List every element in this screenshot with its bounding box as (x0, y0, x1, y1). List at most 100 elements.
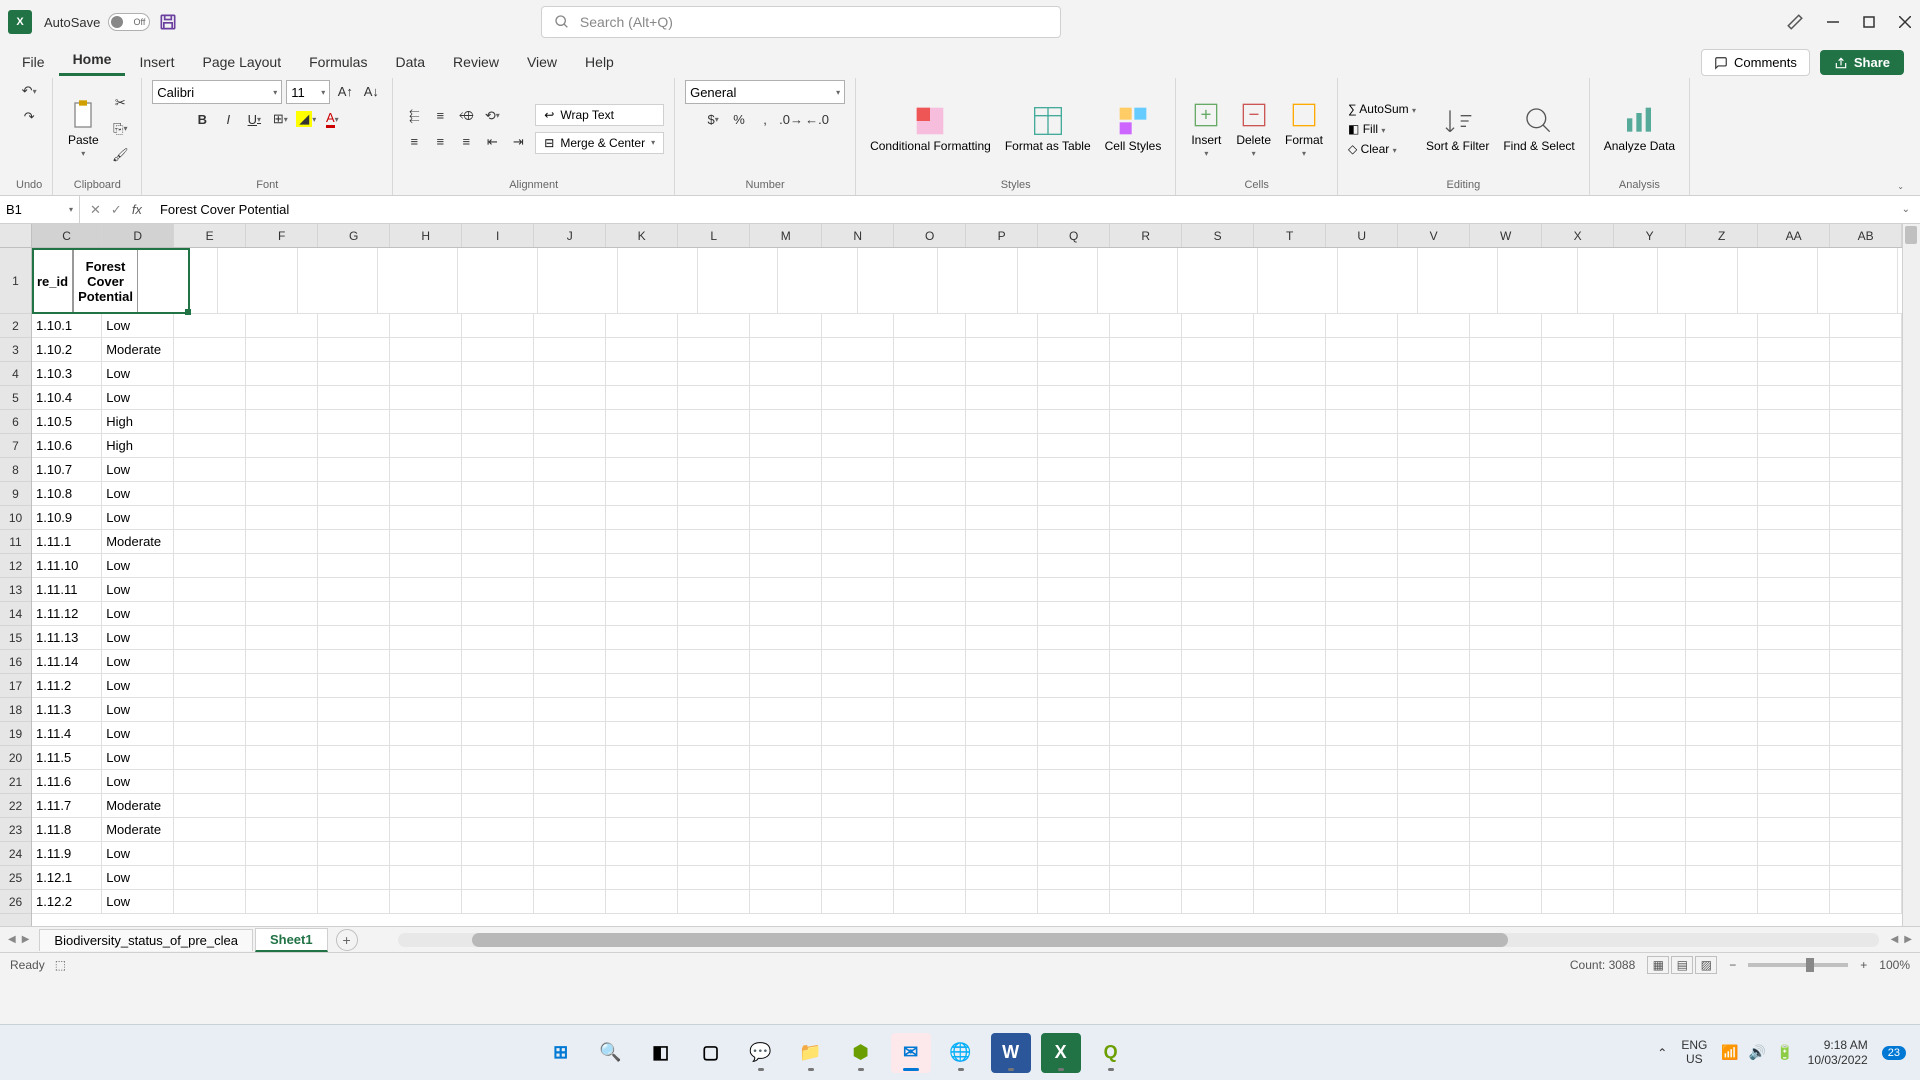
format-cells-button[interactable]: Format▾ (1281, 97, 1327, 160)
cell[interactable] (1326, 458, 1398, 482)
cell[interactable] (534, 434, 606, 458)
cell[interactable] (966, 674, 1038, 698)
cell[interactable] (1542, 794, 1614, 818)
cell[interactable] (1326, 314, 1398, 338)
cell[interactable] (894, 794, 966, 818)
cell[interactable] (1326, 674, 1398, 698)
cell[interactable] (858, 248, 938, 314)
cell[interactable] (1542, 650, 1614, 674)
cell[interactable] (318, 482, 390, 506)
cell[interactable] (1758, 890, 1830, 914)
cell[interactable] (538, 248, 618, 314)
cell[interactable] (534, 818, 606, 842)
cell[interactable] (822, 410, 894, 434)
cell[interactable] (318, 386, 390, 410)
cell[interactable] (462, 650, 534, 674)
cell[interactable] (1470, 338, 1542, 362)
cell[interactable] (966, 578, 1038, 602)
cell[interactable] (246, 602, 318, 626)
comma-button[interactable]: , (754, 108, 776, 130)
cell[interactable] (1110, 578, 1182, 602)
cell[interactable] (1830, 434, 1902, 458)
cell[interactable] (174, 506, 246, 530)
cell[interactable] (246, 530, 318, 554)
cell[interactable] (1398, 842, 1470, 866)
cell[interactable] (462, 794, 534, 818)
cell[interactable] (1758, 410, 1830, 434)
cell[interactable] (822, 722, 894, 746)
fill-button[interactable]: ◧ Fill ▾ (1348, 122, 1416, 136)
cell[interactable] (1110, 434, 1182, 458)
cell[interactable] (1398, 338, 1470, 362)
cell[interactable] (318, 794, 390, 818)
cell[interactable] (966, 458, 1038, 482)
cell[interactable] (318, 530, 390, 554)
cell[interactable] (1398, 722, 1470, 746)
cell[interactable] (1758, 458, 1830, 482)
cell[interactable] (1398, 578, 1470, 602)
cell[interactable] (750, 458, 822, 482)
cell[interactable] (1470, 674, 1542, 698)
cell[interactable] (1542, 386, 1614, 410)
cell[interactable] (1758, 434, 1830, 458)
cell[interactable] (1614, 602, 1686, 626)
cell[interactable] (1254, 866, 1326, 890)
cell[interactable] (1686, 482, 1758, 506)
cell[interactable] (1470, 482, 1542, 506)
cell[interactable] (1326, 866, 1398, 890)
cell[interactable] (1038, 458, 1110, 482)
cell[interactable] (1110, 818, 1182, 842)
row-header[interactable]: 2 (0, 314, 31, 338)
cell[interactable] (390, 722, 462, 746)
cell[interactable] (750, 818, 822, 842)
cell[interactable] (1614, 866, 1686, 890)
cell[interactable] (174, 578, 246, 602)
cell[interactable] (462, 458, 534, 482)
cell[interactable] (1398, 650, 1470, 674)
cell[interactable] (1470, 794, 1542, 818)
cell[interactable] (174, 842, 246, 866)
cell[interactable] (1758, 842, 1830, 866)
decrease-font-button[interactable]: A↓ (360, 80, 382, 102)
column-header[interactable]: R (1110, 224, 1182, 247)
cell[interactable] (1326, 746, 1398, 770)
cell[interactable] (1686, 602, 1758, 626)
cell[interactable] (1758, 578, 1830, 602)
cell[interactable] (462, 434, 534, 458)
cell[interactable] (822, 362, 894, 386)
cell[interactable] (1038, 818, 1110, 842)
cell[interactable] (1686, 338, 1758, 362)
column-header[interactable]: N (822, 224, 894, 247)
cell[interactable] (678, 890, 750, 914)
column-header[interactable]: G (318, 224, 390, 247)
cell[interactable]: 1.10.9 (32, 506, 102, 530)
cell[interactable] (1038, 722, 1110, 746)
cell[interactable] (246, 890, 318, 914)
cell[interactable] (1470, 362, 1542, 386)
cell[interactable] (1182, 554, 1254, 578)
cell[interactable] (1398, 602, 1470, 626)
cell[interactable] (1038, 410, 1110, 434)
cell[interactable] (174, 746, 246, 770)
cell[interactable] (1686, 434, 1758, 458)
tab-formulas[interactable]: Formulas (295, 48, 381, 76)
cell[interactable] (1398, 362, 1470, 386)
cell[interactable] (1182, 386, 1254, 410)
cell[interactable] (1038, 674, 1110, 698)
cell[interactable] (462, 482, 534, 506)
cell[interactable] (1398, 314, 1470, 338)
cell[interactable]: Moderate (102, 338, 174, 362)
cell[interactable] (390, 650, 462, 674)
cell[interactable] (1758, 746, 1830, 770)
task-view-button[interactable]: ◧ (641, 1033, 681, 1073)
cell[interactable] (966, 506, 1038, 530)
row-header[interactable]: 26 (0, 890, 31, 914)
cell[interactable] (1110, 386, 1182, 410)
cell[interactable] (534, 698, 606, 722)
column-header[interactable]: W (1470, 224, 1542, 247)
cell[interactable] (894, 338, 966, 362)
cell[interactable] (534, 866, 606, 890)
format-as-table-button[interactable]: Format as Table (1001, 103, 1095, 155)
cell[interactable] (1758, 698, 1830, 722)
cell[interactable] (750, 554, 822, 578)
